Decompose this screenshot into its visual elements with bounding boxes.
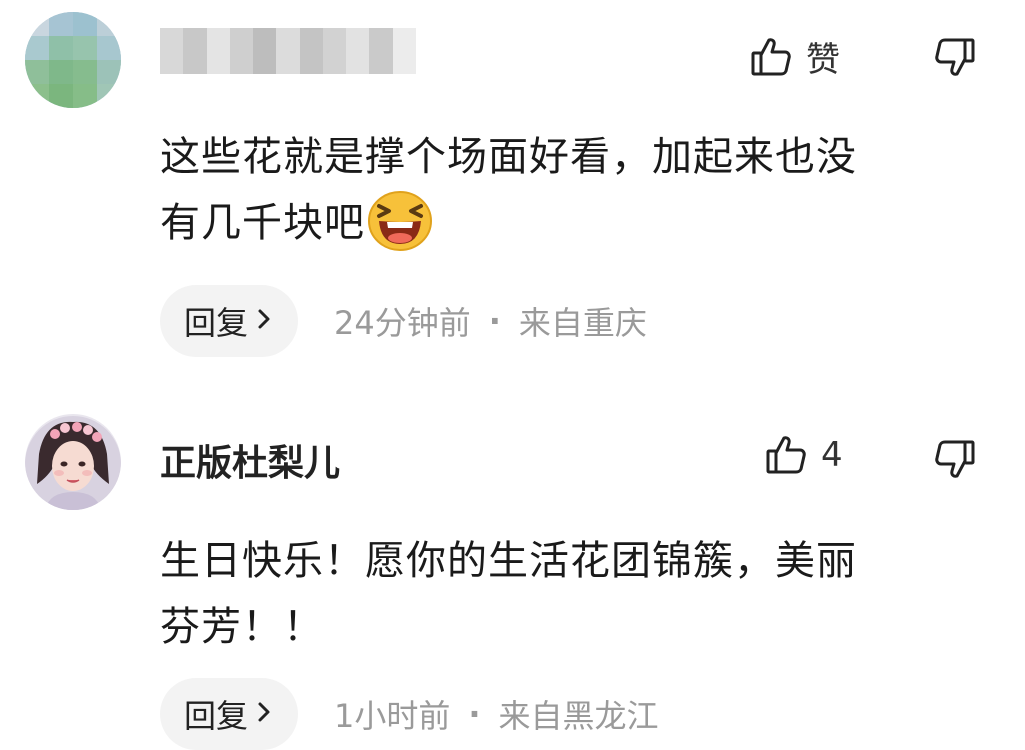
like-button[interactable]: 赞 (750, 32, 840, 81)
comment-meta: 回复 1小时前 · 来自黑龙江 (160, 678, 659, 750)
like-count: 4 (821, 435, 843, 475)
username-blurred[interactable] (160, 28, 416, 74)
reply-button[interactable]: 回复 (160, 678, 299, 750)
comment-meta: 回复 24分钟前 · 来自重庆 (160, 285, 647, 357)
comment-text: 生日快乐！愿你的生活花团锦簇，美丽 芬芳！！ (160, 528, 990, 660)
comment-location: 来自重庆 (518, 304, 647, 342)
username[interactable]: 正版杜梨儿 (160, 434, 340, 486)
meta-separator: · (488, 302, 501, 340)
like-button[interactable]: 4 (765, 434, 843, 476)
thumbs-down-icon (934, 36, 976, 82)
comment-text-line: 这些花就是撑个场面好看，加起来也没 (160, 134, 857, 180)
comment-text: 这些花就是撑个场面好看，加起来也没 有几千块吧 (160, 124, 990, 256)
comment-item: 正版杜梨儿 4 生日快乐！愿你的生活花团锦簇，美丽 芬芳！！ 回复 1小时前 ·… (0, 400, 1025, 750)
chevron-right-icon (256, 304, 272, 339)
comment-text-line: 生日快乐！愿你的生活花团锦簇，美丽 (160, 538, 857, 584)
thumbs-down-icon (934, 438, 976, 484)
chevron-right-icon (256, 697, 272, 732)
comment-location: 来自黑龙江 (498, 697, 659, 735)
reply-button[interactable]: 回复 (160, 285, 299, 357)
comment-time: 1小时前 (334, 697, 451, 735)
avatar[interactable] (25, 12, 121, 108)
comment-item: 赞 这些花就是撑个场面好看，加起来也没 有几千块吧 回复 24分钟前 · 来自重… (0, 0, 1025, 380)
meta-separator: · (468, 695, 481, 733)
dislike-button[interactable] (934, 36, 976, 82)
reply-label: 回复 (184, 304, 249, 342)
avatar-blurred-image (25, 12, 121, 108)
thumbs-up-icon (765, 434, 807, 476)
thumbs-up-icon (750, 36, 792, 78)
avatar[interactable] (25, 414, 121, 510)
reply-label: 回复 (184, 697, 249, 735)
like-label: 赞 (806, 40, 840, 80)
laughing-emoji-icon (367, 190, 433, 252)
avatar-image (25, 414, 121, 510)
comment-time: 24分钟前 (334, 304, 471, 342)
comment-text-line: 芬芳！！ (160, 604, 324, 650)
comment-text-line: 有几千块吧 (160, 190, 990, 256)
dislike-button[interactable] (934, 438, 976, 484)
